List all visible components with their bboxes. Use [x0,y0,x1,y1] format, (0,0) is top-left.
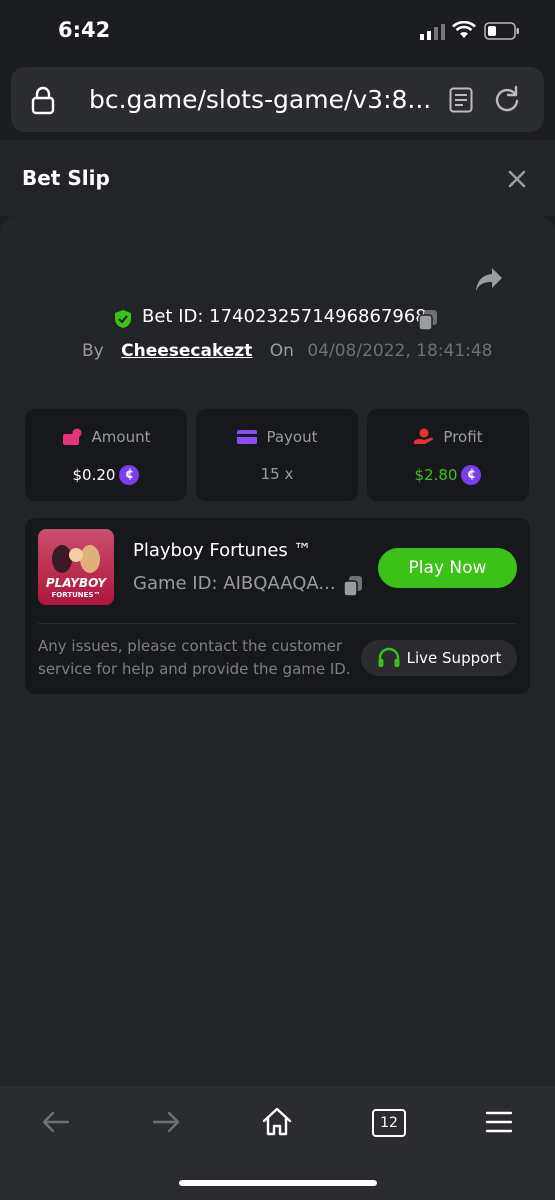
divider [38,623,517,624]
menu-icon[interactable] [484,1106,514,1138]
copy-game-id-icon[interactable] [343,575,363,597]
hand-coin-icon [414,428,434,444]
coin-icon: ¢ [461,465,482,485]
status-time: 6:42 [58,18,111,42]
amount-label: Amount [91,428,151,446]
live-support-label: Live Support [406,649,502,667]
verified-shield-icon [115,310,131,328]
bet-id: Bet ID: 1740232571496867968 [142,306,427,327]
share-icon[interactable] [474,266,504,294]
wifi-icon [452,21,476,38]
reader-mode-icon[interactable] [449,87,473,113]
headset-icon [378,647,400,667]
profit-label: Profit [443,428,483,446]
forward-arrow-icon[interactable] [150,1106,182,1138]
bet-byline: By Cheesecakezt On 04/08/2022, 18:41:48 [82,341,493,361]
thumb-title-line2: FORTUNES™ [52,591,101,599]
thumb-title-line1: PLAYBOY [46,576,108,590]
address-bar[interactable]: bc.game/slots-game/v3:8... [11,67,544,132]
game-name[interactable]: Playboy Fortunes ™ [133,540,312,561]
by-label: By [82,341,104,361]
tabs-count-button[interactable]: 12 [372,1109,406,1137]
bet-datetime: 04/08/2022, 18:41:48 [307,341,493,361]
support-note: Any issues, please contact the customer … [38,637,351,678]
username-link[interactable]: Cheesecakezt [121,341,252,361]
on-label: On [269,341,294,361]
url-text[interactable]: bc.game/slots-game/v3:8... [89,85,431,114]
payout-value: 15 x [260,465,294,483]
coin-icon: ¢ [119,465,140,485]
close-icon[interactable] [505,167,529,191]
bet-id-row: Bet ID: 1740232571496867968 [0,306,555,332]
wallet-icon [62,428,82,445]
battery-icon [484,22,519,40]
back-arrow-icon[interactable] [40,1106,72,1138]
lock-icon [31,86,55,115]
reload-icon[interactable] [493,85,521,113]
play-now-button[interactable]: Play Now [378,548,517,588]
live-support-button[interactable]: Live Support [361,640,517,676]
amount-card: Amount $0.20 ¢ [25,409,187,501]
amount-value: $0.20 [72,466,116,484]
home-icon[interactable] [261,1106,293,1138]
bet-slip-header: Bet Slip [0,140,555,216]
payout-card: Payout 15 x [196,409,358,501]
cellular-signal-icon [420,24,445,40]
payout-label: Payout [266,428,318,446]
card-icon [237,430,258,444]
game-thumbnail[interactable]: PLAYBOY FORTUNES™ [38,529,114,605]
profit-value: $2.80 [414,466,458,484]
status-bar: 6:42 [0,0,555,62]
page-title: Bet Slip [22,166,110,190]
game-id: Game ID: AIBQAAQA... [133,573,336,594]
profit-card: Profit $2.80 ¢ [367,409,529,501]
game-card: PLAYBOY FORTUNES™ Playboy Fortunes ™ Gam… [25,518,530,694]
home-indicator [179,1180,377,1186]
copy-icon[interactable] [418,309,438,331]
